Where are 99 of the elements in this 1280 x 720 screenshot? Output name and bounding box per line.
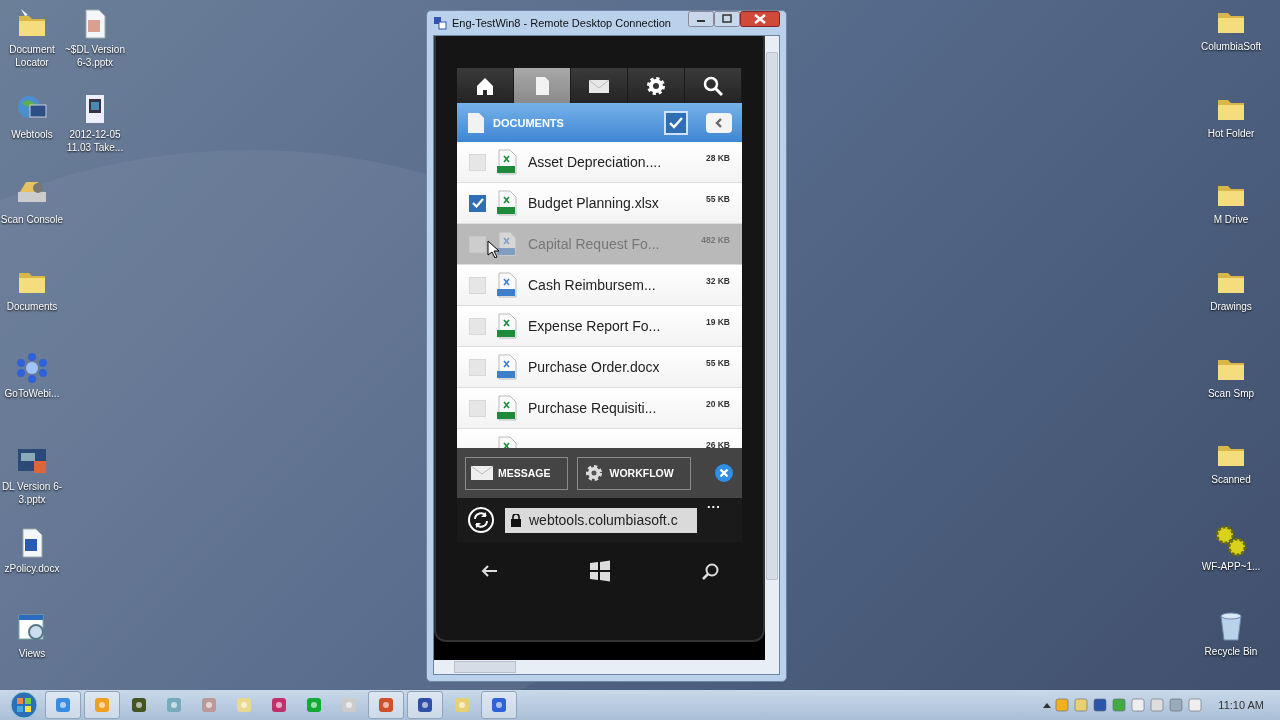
taskbar-button[interactable] <box>368 691 404 719</box>
icon-label[interactable]: DL Version 6-3.pptx <box>0 480 64 506</box>
app-icon <box>200 696 218 714</box>
app-icon <box>340 696 358 714</box>
tab[interactable] <box>457 68 514 103</box>
icon-label[interactable]: Hot Folder <box>1207 127 1255 140</box>
back-icon[interactable] <box>479 564 498 578</box>
window-title: Eng-TestWin8 - Remote Desktop Connection <box>452 17 672 29</box>
icon-label[interactable]: Documents <box>6 300 58 313</box>
back-button[interactable] <box>706 112 732 133</box>
icon-label[interactable]: Recycle Bin <box>1204 645 1258 658</box>
workflow-button[interactable]: WORKFLOW <box>576 456 691 490</box>
maximize-button[interactable] <box>714 11 740 27</box>
message-button[interactable]: MESSAGE <box>465 456 568 490</box>
tray-icon[interactable] <box>1130 697 1147 713</box>
mouse-cursor-icon <box>487 240 499 258</box>
file-name: Capital Request Fo... <box>528 236 661 252</box>
check-icon <box>471 198 484 208</box>
taskbar-button[interactable] <box>481 691 517 719</box>
app-icon <box>165 696 183 714</box>
icon-label[interactable]: Document Locator <box>0 43 64 69</box>
icon-label[interactable]: M Drive <box>1213 213 1249 226</box>
flower-icon[interactable] <box>16 352 48 384</box>
file-name: Purchase Order.docx <box>528 359 661 375</box>
section-title: DOCUMENTS <box>493 116 565 129</box>
horizontal-scrollbar[interactable] <box>434 660 779 674</box>
checkbox[interactable] <box>469 194 486 212</box>
close-button[interactable] <box>740 11 780 27</box>
select-all-checkbox[interactable] <box>664 110 688 135</box>
document-icon <box>467 111 485 134</box>
close-icon[interactable] <box>714 463 734 483</box>
tray-icon[interactable] <box>1168 697 1185 713</box>
minimize-button[interactable] <box>688 11 714 27</box>
settings-icon <box>645 74 667 97</box>
spreadsheet-file-icon <box>496 149 518 175</box>
icon-label[interactable]: Scan Console <box>0 213 64 226</box>
file-name: Purchase Requisiti... <box>528 400 658 416</box>
icon-label[interactable]: ColumbiaSoft <box>1201 40 1261 53</box>
app-icon <box>235 696 253 714</box>
windows-icon[interactable] <box>588 560 611 582</box>
address-field[interactable]: webtools.columbiasoft.c <box>505 507 697 533</box>
search-icon[interactable] <box>701 562 720 580</box>
clock[interactable]: 11:10 AM <box>1218 699 1264 711</box>
refresh-icon[interactable] <box>467 506 495 534</box>
icon-label[interactable]: WF-APP~1... <box>1201 560 1261 573</box>
app-icon <box>377 696 395 714</box>
search-icon <box>702 74 724 97</box>
icon-label[interactable]: 2012-12-05 11.03 Take... <box>63 128 127 154</box>
mail-icon <box>470 463 494 483</box>
word-file-icon <box>496 231 518 257</box>
taskbar-button[interactable] <box>45 691 81 719</box>
app-icon <box>433 16 447 30</box>
icon-label[interactable]: Views <box>18 647 46 660</box>
word-file-icon <box>496 272 518 298</box>
icon-label[interactable]: ~$DL Version 6-3.pptx <box>63 43 127 69</box>
spreadsheet-file-icon <box>496 190 518 216</box>
tray-icon[interactable] <box>1111 697 1128 713</box>
icon-label[interactable]: Scanned <box>1211 473 1251 486</box>
app-icon <box>490 696 508 714</box>
file-name: Expense Report Fo... <box>528 318 662 334</box>
word-file-icon <box>496 354 518 380</box>
file-size: 32 KB <box>705 276 730 286</box>
icon-label[interactable]: zPolicy.docx <box>4 562 60 575</box>
tray-icon[interactable] <box>1187 697 1204 713</box>
app-icon <box>54 696 72 714</box>
file-size: 26 KB <box>705 440 730 448</box>
file-size: 28 KB <box>705 153 730 163</box>
icon-label[interactable]: Scan Smp <box>1207 387 1255 400</box>
tray-arrow-icon[interactable] <box>1043 702 1052 708</box>
app-icon <box>130 696 148 714</box>
file-name: Asset Depreciation.... <box>528 154 663 170</box>
taskbar-button[interactable] <box>407 691 443 719</box>
gears-icon[interactable] <box>1215 525 1247 557</box>
file-name: Budget Planning.xlsx <box>528 195 660 211</box>
tab[interactable] <box>571 68 628 103</box>
file-size: 55 KB <box>705 194 730 204</box>
file-name: Cash Reimbursem... <box>528 277 657 293</box>
app-icon <box>270 696 288 714</box>
more-button[interactable]: ... <box>707 496 721 511</box>
icon-label[interactable]: Webtools <box>11 128 53 141</box>
file-size: 20 KB <box>705 399 730 409</box>
icon-label[interactable]: Drawings <box>1210 300 1252 313</box>
spreadsheet-file-icon <box>496 313 518 339</box>
app-icon <box>453 696 471 714</box>
file-size: 19 KB <box>705 317 730 327</box>
lock-icon <box>511 513 521 527</box>
app-icon <box>305 696 323 714</box>
file-size: 55 KB <box>705 358 730 368</box>
file-size: 482 KB <box>701 235 730 245</box>
tab[interactable] <box>628 68 685 103</box>
spreadsheet-file-icon <box>496 395 518 421</box>
app-icon <box>416 696 434 714</box>
chevron-left-icon <box>714 117 724 128</box>
vertical-scrollbar[interactable] <box>765 36 779 660</box>
tray-icon[interactable] <box>1092 697 1109 713</box>
app-icon <box>93 696 111 714</box>
check-icon <box>669 116 683 129</box>
tab[interactable] <box>685 68 742 103</box>
icon-label[interactable]: GoToWebi... <box>4 387 60 400</box>
